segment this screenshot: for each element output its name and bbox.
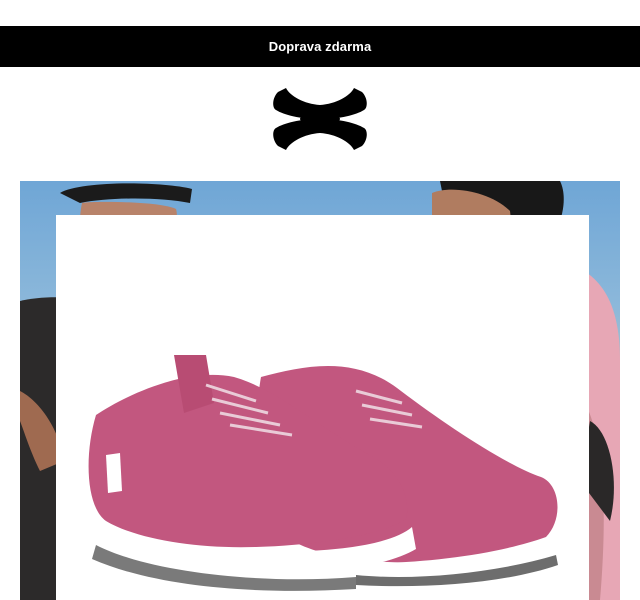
free-shipping-link[interactable]: Doprava zdarma	[269, 39, 372, 54]
under-armour-logo-icon[interactable]	[270, 88, 370, 150]
product-image[interactable]	[56, 215, 589, 600]
top-spacer	[0, 0, 640, 26]
pink-shoes-image	[88, 355, 558, 591]
promo-banner: Doprava zdarma	[0, 26, 640, 67]
